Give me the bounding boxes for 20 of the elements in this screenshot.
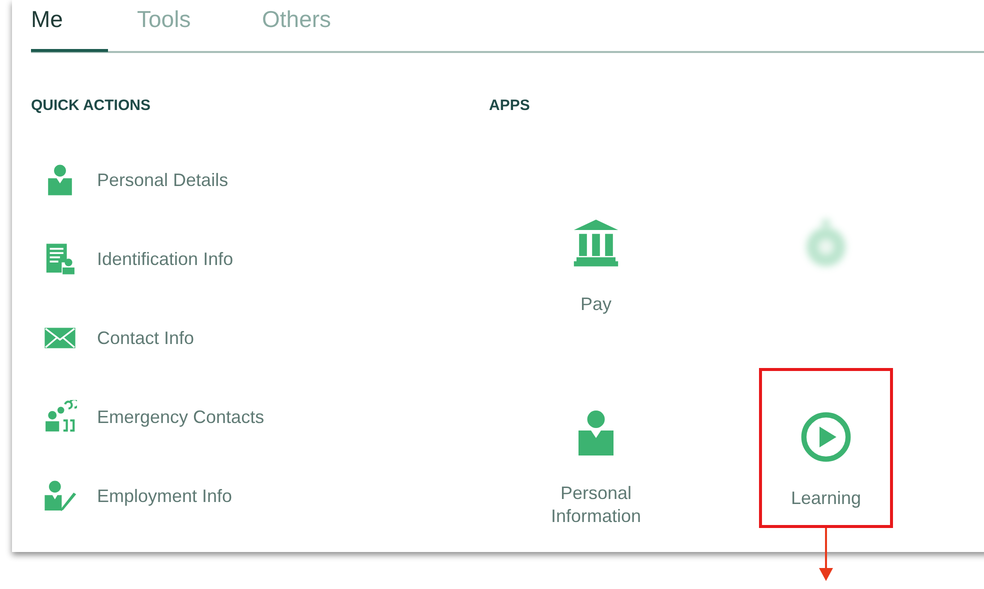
quick-action-link[interactable]: Emergency Contacts — [31, 401, 489, 433]
arrow-icon — [819, 528, 833, 582]
app-tile[interactable]: Pay — [529, 196, 663, 356]
person-pencil-icon — [43, 479, 77, 513]
play-icon — [800, 411, 852, 463]
quick-action-link[interactable]: Personal Details — [31, 164, 489, 196]
app-label: Pay — [580, 293, 612, 316]
app-tile[interactable]: Personal Information — [529, 368, 663, 528]
quick-action-link[interactable]: Contact Info — [31, 322, 489, 354]
section-heading: APPS — [489, 96, 531, 116]
app-tile[interactable]: Learning — [759, 368, 893, 528]
tab[interactable]: Others — [262, 1, 387, 53]
quick-action-link[interactable]: Employment Info — [31, 480, 489, 512]
app-label: Learning — [790, 487, 862, 510]
app-label: Personal Information — [550, 482, 642, 528]
tab[interactable]: Tools — [137, 1, 262, 53]
people-icon — [43, 400, 77, 434]
tab[interactable]: Me — [31, 1, 137, 53]
section-heading: QUICK ACTIONS — [31, 96, 152, 116]
quick-action-link[interactable]: Identification Info — [31, 243, 489, 275]
